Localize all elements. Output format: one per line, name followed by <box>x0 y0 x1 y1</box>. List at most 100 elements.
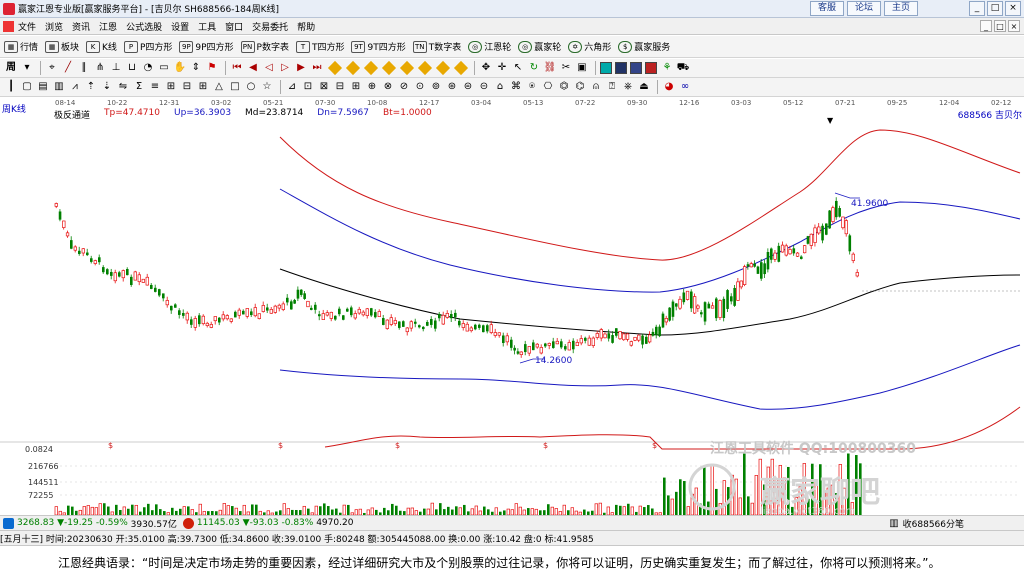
menu-trade[interactable]: 交易委托 <box>252 20 288 33</box>
save-icon[interactable] <box>630 62 642 74</box>
icon-t[interactable]: ⍝ <box>589 80 603 94</box>
cursor-icon[interactable]: ⌖ <box>45 61 59 75</box>
flag-icon[interactable]: ⚑ <box>205 61 219 75</box>
cyan-square-icon[interactable] <box>600 62 612 74</box>
menu-help[interactable]: 帮助 <box>297 20 315 33</box>
hand-tool-icon[interactable]: ✋ <box>173 61 187 75</box>
fan-tool-icon[interactable]: ⋔ <box>93 61 107 75</box>
sum-icon[interactable]: Σ <box>132 80 146 94</box>
toolbar-item-9[interactable]: ◎ 江恩轮 <box>468 40 511 53</box>
icon-c[interactable]: ⊠ <box>317 80 331 94</box>
refresh-icon[interactable]: ↻ <box>527 61 541 75</box>
toolbar-item-4[interactable]: 9P 9P四方形 <box>179 40 234 53</box>
forum-link[interactable]: 论坛 <box>847 1 881 16</box>
menu-settings[interactable]: 设置 <box>171 20 189 33</box>
icon-v[interactable]: ⎈ <box>621 80 635 94</box>
pointer-icon[interactable]: ↖ <box>511 61 525 75</box>
icon-a[interactable]: ⊿ <box>285 80 299 94</box>
close-button[interactable]: × <box>1005 1 1021 16</box>
kline-chart[interactable]: 08-14 10-22 12-31 03-02 05-21 07-30 10-08 12-17… <box>0 97 1024 515</box>
mdi-close-button[interactable]: × <box>1008 20 1020 32</box>
red-square-icon[interactable] <box>645 62 657 74</box>
channel-tool-icon[interactable]: ⊔ <box>125 61 139 75</box>
period-dropdown-icon[interactable]: ▾ <box>20 61 34 75</box>
icon-r[interactable]: ⏣ <box>557 80 571 94</box>
icon-q[interactable]: ⎔ <box>541 80 555 94</box>
cycle-tool-icon[interactable]: ◔ <box>141 61 155 75</box>
color-wheel-icon[interactable]: ◕ <box>662 80 676 94</box>
menu-formula-select[interactable]: 公式选股 <box>126 20 162 33</box>
text-tool-icon[interactable]: ▭ <box>157 61 171 75</box>
tick-detail-label[interactable]: 收688566分笔 <box>903 517 964 530</box>
next-page-icon[interactable]: ▶ <box>294 61 308 75</box>
icon-u[interactable]: ⍰ <box>605 80 619 94</box>
toolbar-item-2[interactable]: K K线 <box>86 40 117 53</box>
icon-e[interactable]: ⊞ <box>349 80 363 94</box>
diamond-icon[interactable] <box>435 60 451 76</box>
icon-n[interactable]: ⌂ <box>493 80 507 94</box>
parallel-tool-icon[interactable]: ∥ <box>77 61 91 75</box>
bar-chart-icon[interactable]: ▥ <box>52 80 66 94</box>
icon-p[interactable]: ⍟ <box>525 80 539 94</box>
arrow-up-down-icon[interactable]: ⇕ <box>189 61 203 75</box>
period-selector[interactable]: 周 <box>4 61 18 75</box>
menu-tools[interactable]: 工具 <box>198 20 216 33</box>
diamond-icon[interactable] <box>453 60 469 76</box>
homepage-link[interactable]: 主页 <box>884 1 918 16</box>
cut-icon[interactable]: ✂ <box>559 61 573 75</box>
icon-d[interactable]: ⊟ <box>333 80 347 94</box>
diamond-icon[interactable] <box>327 60 343 76</box>
layer-icon[interactable]: ▤ <box>36 80 50 94</box>
icon-o[interactable]: ⌘ <box>509 80 523 94</box>
plus-icon[interactable]: ⊞ <box>164 80 178 94</box>
diamond-icon[interactable] <box>399 60 415 76</box>
icon-h[interactable]: ⊘ <box>397 80 411 94</box>
down-arrow-icon[interactable]: ⇣ <box>100 80 114 94</box>
mdi-minimize-button[interactable]: _ <box>980 20 992 32</box>
mdi-restore-button[interactable]: □ <box>994 20 1006 32</box>
prev-bar-icon[interactable]: ◁ <box>262 61 276 75</box>
line-tool-icon[interactable]: ╱ <box>61 61 75 75</box>
toolbar-item-0[interactable]: ▦ 行情 <box>4 40 38 53</box>
box-icon[interactable]: ▢ <box>20 80 34 94</box>
triangle-icon[interactable]: △ <box>212 80 226 94</box>
sh-index-value[interactable]: 3268.83 <box>17 518 54 528</box>
icon-b[interactable]: ⊡ <box>301 80 315 94</box>
link-icon[interactable]: ⛓ <box>543 61 557 75</box>
menu-file[interactable]: 文件 <box>18 20 36 33</box>
tree-icon[interactable]: ⚘ <box>660 61 674 75</box>
icon-s[interactable]: ⌬ <box>573 80 587 94</box>
crosshair-icon[interactable]: ✛ <box>495 61 509 75</box>
square-icon[interactable]: □ <box>228 80 242 94</box>
sz-index-value[interactable]: 11145.03 <box>197 518 240 528</box>
last-bar-icon[interactable]: ⏭ <box>310 61 324 75</box>
compare-icon[interactable]: ⇋ <box>116 80 130 94</box>
menu-window[interactable]: 窗口 <box>225 20 243 33</box>
maximize-button[interactable]: □ <box>987 1 1003 16</box>
icon-w[interactable]: ⏏ <box>637 80 651 94</box>
first-bar-icon[interactable]: ⏮ <box>230 61 244 75</box>
truck-icon[interactable]: ⛟ <box>676 61 690 75</box>
icon-i[interactable]: ⊙ <box>413 80 427 94</box>
icon-f[interactable]: ⊕ <box>365 80 379 94</box>
toolbar-item-10[interactable]: ◎ 赢家轮 <box>518 40 561 53</box>
icon-m[interactable]: ⊝ <box>477 80 491 94</box>
icon-g[interactable]: ⊗ <box>381 80 395 94</box>
menu-info[interactable]: 资讯 <box>72 20 90 33</box>
toolbar-item-5[interactable]: PN P数字表 <box>240 40 289 53</box>
ray-tool-icon[interactable]: ⊥ <box>109 61 123 75</box>
pan-icon[interactable]: ✥ <box>479 61 493 75</box>
grid-icon[interactable]: ⊞ <box>196 80 210 94</box>
diamond-icon[interactable] <box>345 60 361 76</box>
up-arrow-icon[interactable]: ⇡ <box>84 80 98 94</box>
next-bar-icon[interactable]: ▷ <box>278 61 292 75</box>
diamond-icon[interactable] <box>381 60 397 76</box>
line-icon[interactable]: ┃ <box>4 80 18 94</box>
circle-icon[interactable]: ○ <box>244 80 258 94</box>
infinity-icon[interactable]: ∞ <box>678 80 692 94</box>
line-chart-icon[interactable]: ⩘ <box>68 80 82 94</box>
image-icon[interactable]: ▣ <box>575 61 589 75</box>
prev-page-icon[interactable]: ◀ <box>246 61 260 75</box>
minimize-button[interactable]: _ <box>969 1 985 16</box>
dropdown-triangle-icon[interactable]: ▼ <box>827 116 833 125</box>
